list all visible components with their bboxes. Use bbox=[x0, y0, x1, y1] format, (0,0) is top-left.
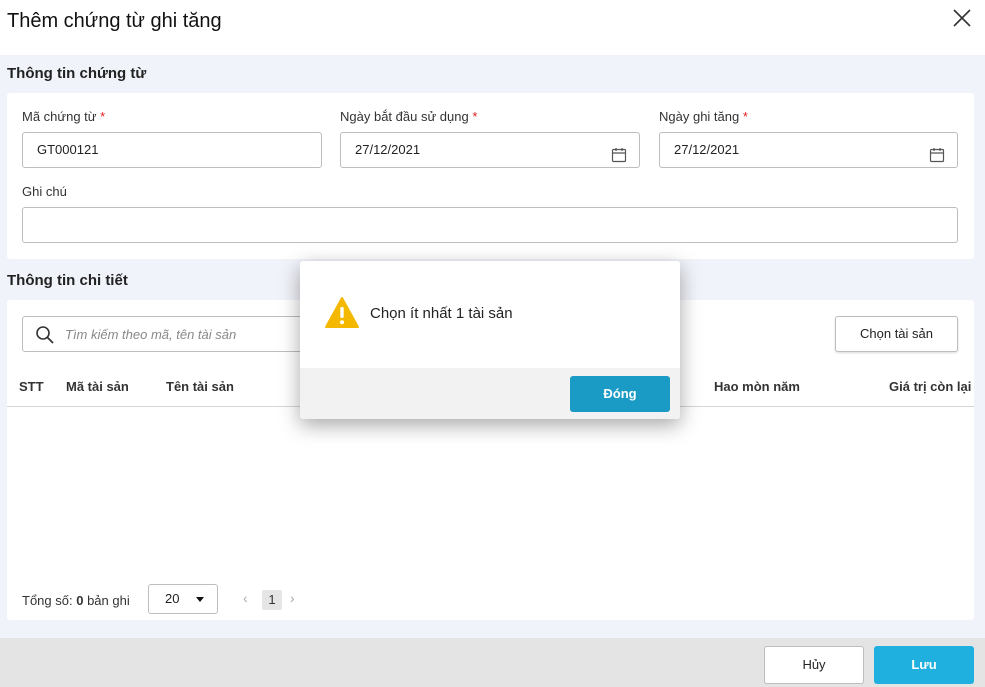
page-size-select[interactable]: 20 bbox=[148, 584, 218, 614]
voucher-code-value: GT000121 bbox=[37, 142, 99, 157]
required-mark: * bbox=[742, 109, 748, 124]
current-page[interactable]: 1 bbox=[262, 590, 282, 610]
page-title: Thêm chứng từ ghi tăng bbox=[7, 10, 222, 32]
calendar-icon[interactable] bbox=[611, 142, 627, 163]
required-mark: * bbox=[472, 109, 478, 124]
start-date-value: 27/12/2021 bbox=[355, 142, 421, 157]
total-records: Tổng số: 0 bản ghi bbox=[22, 593, 130, 608]
note-input[interactable] bbox=[22, 207, 958, 243]
voucher-code-label: Mã chứng từ * bbox=[22, 109, 105, 124]
cancel-button[interactable]: Hủy bbox=[764, 646, 864, 684]
prev-page-button[interactable]: ‹ bbox=[243, 590, 248, 606]
choose-asset-button[interactable]: Chọn tài sản bbox=[835, 316, 958, 352]
column-header-asset-code[interactable]: Mã tài sản bbox=[66, 379, 129, 394]
alert-message: Chọn ít nhất 1 tài sản bbox=[370, 305, 513, 322]
alert-dialog: Chọn ít nhất 1 tài sản Đóng bbox=[300, 261, 680, 419]
increase-date-input[interactable]: 27/12/2021 bbox=[659, 132, 958, 168]
column-header-stt[interactable]: STT bbox=[19, 379, 44, 394]
start-date-label-text: Ngày bắt đầu sử dụng bbox=[340, 109, 469, 124]
start-date-input[interactable]: 27/12/2021 bbox=[340, 132, 640, 168]
warning-icon bbox=[324, 296, 360, 330]
increase-date-label: Ngày ghi tăng * bbox=[659, 109, 748, 124]
note-label: Ghi chú bbox=[22, 184, 67, 199]
dialog-header: Thêm chứng từ ghi tăng bbox=[0, 0, 985, 55]
required-mark: * bbox=[100, 109, 106, 124]
calendar-icon[interactable] bbox=[929, 142, 945, 163]
detail-section-title: Thông tin chi tiết bbox=[7, 272, 128, 289]
voucher-section-title: Thông tin chứng từ bbox=[7, 65, 147, 82]
increase-date-value: 27/12/2021 bbox=[674, 142, 740, 157]
page-size-value: 20 bbox=[165, 591, 180, 606]
search-placeholder: Tìm kiếm theo mã, tên tài sản bbox=[65, 327, 237, 342]
start-date-label: Ngày bắt đầu sử dụng * bbox=[340, 109, 477, 124]
column-header-asset-name[interactable]: Tên tài sản bbox=[166, 379, 234, 394]
next-page-button[interactable]: › bbox=[290, 590, 295, 606]
total-count: 0 bbox=[76, 593, 84, 608]
voucher-code-input[interactable]: GT000121 bbox=[22, 132, 322, 168]
increase-date-label-text: Ngày ghi tăng bbox=[659, 109, 740, 124]
voucher-code-label-text: Mã chứng từ bbox=[22, 109, 97, 124]
search-input[interactable]: Tìm kiếm theo mã, tên tài sản bbox=[22, 316, 322, 352]
alert-close-button[interactable]: Đóng bbox=[570, 376, 670, 412]
total-suffix: bản ghi bbox=[87, 593, 130, 608]
close-icon[interactable] bbox=[950, 6, 974, 30]
column-header-remaining-value[interactable]: Giá trị còn lại bbox=[889, 379, 971, 394]
save-button[interactable]: Lưu bbox=[874, 646, 974, 684]
search-icon bbox=[35, 325, 55, 345]
total-prefix: Tổng số: bbox=[22, 593, 73, 608]
caret-down-icon bbox=[196, 597, 204, 602]
column-header-annual-depreciation[interactable]: Hao mòn năm bbox=[714, 379, 800, 394]
